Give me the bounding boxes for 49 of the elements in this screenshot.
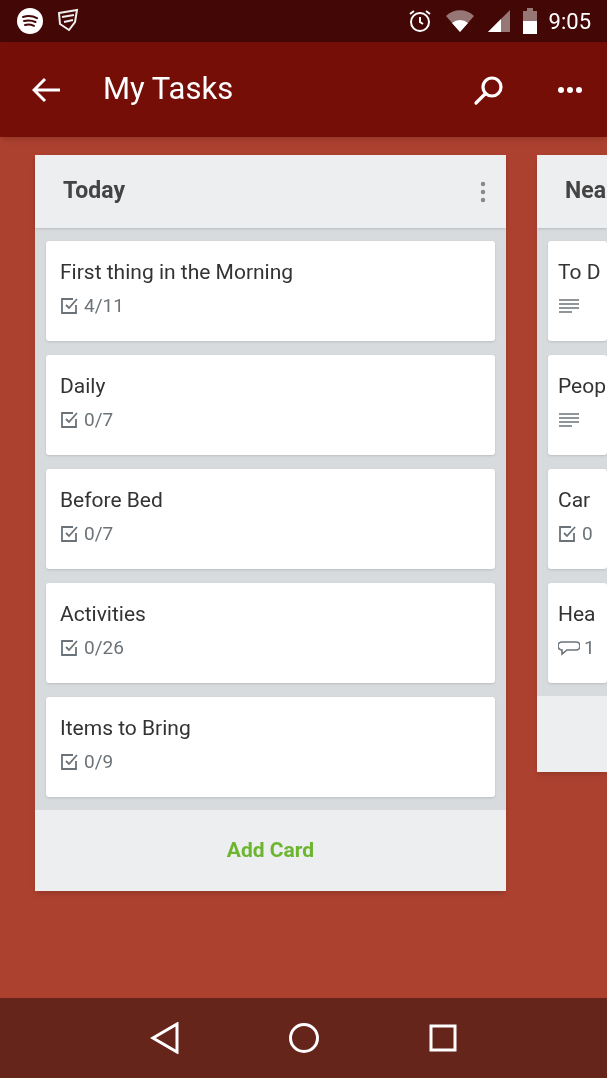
music-app-icon [16, 7, 44, 35]
list-title: Nea [565, 176, 606, 207]
badge-count: 0/26 [84, 634, 124, 661]
task-card[interactable]: Items to Bring 0/9 [46, 697, 495, 797]
badge-count: 1 [584, 634, 595, 661]
card-title: First thing in the Morning [60, 259, 295, 286]
badge-count: 4/11 [84, 292, 124, 319]
signal-icon [486, 9, 511, 33]
checkbox-icon [60, 410, 80, 430]
task-card[interactable]: Activities 0/26 [46, 583, 495, 683]
text-lines-icon [558, 298, 580, 314]
task-card[interactable]: Before Bed 0/7 [46, 469, 495, 569]
wifi-icon [444, 9, 475, 33]
home-circle-icon[interactable] [288, 1022, 321, 1054]
list-title: Today [63, 176, 126, 207]
checkbox-icon [60, 296, 80, 316]
card-title: Hea [558, 601, 597, 628]
task-card[interactable]: To D [548, 241, 607, 341]
speech-bubble-icon [558, 639, 580, 657]
card-title: Activities [60, 601, 147, 628]
badge-count: 0 [582, 520, 593, 547]
badge-count: 0/7 [84, 406, 114, 433]
search-icon[interactable] [473, 73, 505, 106]
card-title: Daily [60, 373, 107, 400]
card-title: Peop [558, 373, 603, 400]
status-time: 9:05 [548, 7, 591, 36]
more-options-icon[interactable] [557, 85, 583, 94]
card-title: Items to Bring [60, 715, 192, 742]
card-title: Car [558, 487, 592, 514]
task-card[interactable]: First thing in the Morning 4/11 [46, 241, 495, 341]
more-vertical-icon[interactable] [480, 180, 486, 203]
task-card[interactable]: Peop [548, 355, 607, 455]
battery-icon [522, 8, 537, 34]
badge-count: 0/9 [84, 748, 114, 775]
app-bar-title: My Tasks [103, 69, 235, 110]
task-card[interactable]: Car 0 [548, 469, 607, 569]
badge-count: 0/7 [84, 520, 114, 547]
card-title: To D [558, 259, 602, 286]
back-arrow-icon[interactable] [32, 76, 62, 103]
task-card[interactable]: Daily 0/7 [46, 355, 495, 455]
task-card[interactable]: Hea 1 [548, 583, 607, 683]
back-triangle-icon[interactable] [150, 1022, 181, 1054]
checkbox-icon [558, 524, 578, 544]
checkbox-icon [60, 752, 80, 772]
card-title: Before Bed [60, 487, 164, 514]
checkbox-icon [60, 638, 80, 658]
checkbox-icon [60, 524, 80, 544]
square-icon[interactable] [428, 1024, 457, 1052]
text-lines-icon [558, 412, 580, 428]
